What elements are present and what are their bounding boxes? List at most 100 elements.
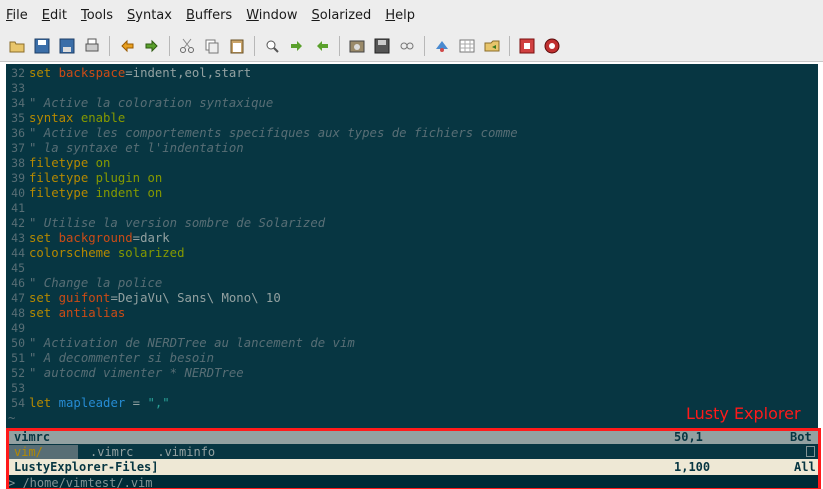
code-token: " Change la police [29,276,163,290]
line-number: 42 [11,216,25,230]
code-token: " A decommenter si besoin [29,351,215,365]
lusty-explorer-panel: vimrc 50,1 Bot vim/ .vimrc .viminfo Lust… [8,429,819,489]
code-line: 47 set guifont=DejaVu\ Sans\ Mono\ 10 [6,291,818,306]
code-token: mapleader [58,396,126,410]
code-token: " Utilise la version sombre de Solarized [29,216,326,230]
explorer-scroll-indicator [806,446,815,457]
code-line: 52 " autocmd vimenter * NERDTree [6,366,818,381]
editor-pane[interactable]: 32 set backspace=indent,eol,start 33 34 " Ac… [6,64,818,430]
code-token: plugin on [95,171,163,185]
line-number: 39 [11,171,25,185]
code-line: 53 [6,381,818,396]
code-line: 40 filetype indent on [6,186,818,201]
line-number: 33 [11,81,25,95]
buffer-statusline: vimrc 50,1 Bot [8,429,819,444]
toolbar-separator [424,35,425,56]
explorer-item[interactable]: .vimrc [90,445,133,459]
code-line: 34 " Active la coloration syntaxique [6,96,818,111]
line-number: 53 [11,381,25,395]
line-number: 49 [11,321,25,335]
cursor-position: 50,1 [674,429,703,444]
toolbar [0,30,823,62]
find-help-icon[interactable] [541,35,563,57]
explorer-item-selected[interactable]: vim/ [8,444,78,459]
toolbar-separator [169,35,170,56]
explorer-scroll-position: All [794,460,816,474]
line-number: 44 [11,246,25,260]
code-line: 49 [6,321,818,336]
explorer-item[interactable]: .viminfo [157,445,215,459]
toolbar-separator [254,35,255,56]
code-token: solarized [117,246,185,260]
code-token: on [95,156,111,170]
code-line: 35 syntax enable [6,111,818,126]
toolbar-separator [509,35,510,56]
explorer-buffer-name: LustyExplorer-Files] [14,460,159,474]
help-icon[interactable] [516,35,538,57]
code-token: " Active les comportements specifiques a… [29,126,518,140]
code-line: 46 " Change la police [6,276,818,291]
code-line: 51 " A decommenter si besoin [6,351,818,366]
line-number: 36 [11,126,25,140]
find-next-icon[interactable] [286,35,308,57]
redo-icon[interactable] [141,35,163,57]
print-icon[interactable] [81,35,103,57]
menu-window[interactable]: Window [246,8,297,23]
explorer-file-list: vim/ .vimrc .viminfo [8,444,819,459]
open-icon[interactable] [6,35,28,57]
code-token: set [29,66,59,80]
code-token: backspace [58,66,126,80]
line-number: 46 [11,276,25,290]
code-token: "," [147,396,170,410]
find-replace-icon[interactable] [261,35,283,57]
code-line: 42 " Utilise la version sombre de Solariz… [6,216,818,231]
line-number: 45 [11,261,25,275]
copy-icon[interactable] [201,35,223,57]
menu-bar: File Edit Tools Syntax Buffers Window Solarize… [0,0,823,30]
line-number: 51 [11,351,25,365]
menu-edit[interactable]: Edit [42,8,67,23]
code-line: 36 " Active les comportements specifiques… [6,126,818,141]
code-token: syntax [29,111,81,125]
code-token: = [125,396,148,410]
line-number: 48 [11,306,25,320]
cut-icon[interactable] [176,35,198,57]
code-token: filetype [29,156,96,170]
menu-file[interactable]: File [6,8,28,23]
code-token: guifont [58,291,111,305]
code-line: 37 " la syntaxe et l'indentation [6,141,818,156]
save-icon[interactable] [31,35,53,57]
menu-solarized[interactable]: Solarized [311,8,371,23]
menu-help[interactable]: Help [385,8,415,23]
code-token: enable [80,111,126,125]
code-token: " Activation de NERDTree au lancement de… [29,336,355,350]
menu-buffers[interactable]: Buffers [186,8,232,23]
line-number: 34 [11,96,25,110]
code-line: 44 colorscheme solarized [6,246,818,261]
undo-icon[interactable] [116,35,138,57]
explorer-prompt[interactable]: > /home/vimtest/.vim [8,475,819,489]
code-token: filetype [29,186,96,200]
code-line: 48 set antialias [6,306,818,321]
load-session-icon[interactable] [346,35,368,57]
code-token: set [29,291,59,305]
lusty-explorer-label: Lusty Explorer [686,404,801,423]
line-number: 50 [11,336,25,350]
run-script-icon[interactable] [396,35,418,57]
shell-icon[interactable] [456,35,478,57]
find-prev-icon[interactable] [311,35,333,57]
code-token: =DejaVu\ Sans\ Mono\ 10 [110,291,281,305]
code-line: 33 [6,81,818,96]
save-all-icon[interactable] [56,35,78,57]
paste-icon[interactable] [226,35,248,57]
buffer-name: vimrc [14,429,51,444]
code-token: set [29,231,59,245]
menu-tools[interactable]: Tools [81,8,113,23]
menu-syntax[interactable]: Syntax [127,8,172,23]
code-line: 43 set background=dark [6,231,818,246]
ctags-icon[interactable] [481,35,503,57]
make-icon[interactable] [431,35,453,57]
line-number: 41 [11,201,25,215]
line-number: 54 [11,396,25,410]
save-session-icon[interactable] [371,35,393,57]
